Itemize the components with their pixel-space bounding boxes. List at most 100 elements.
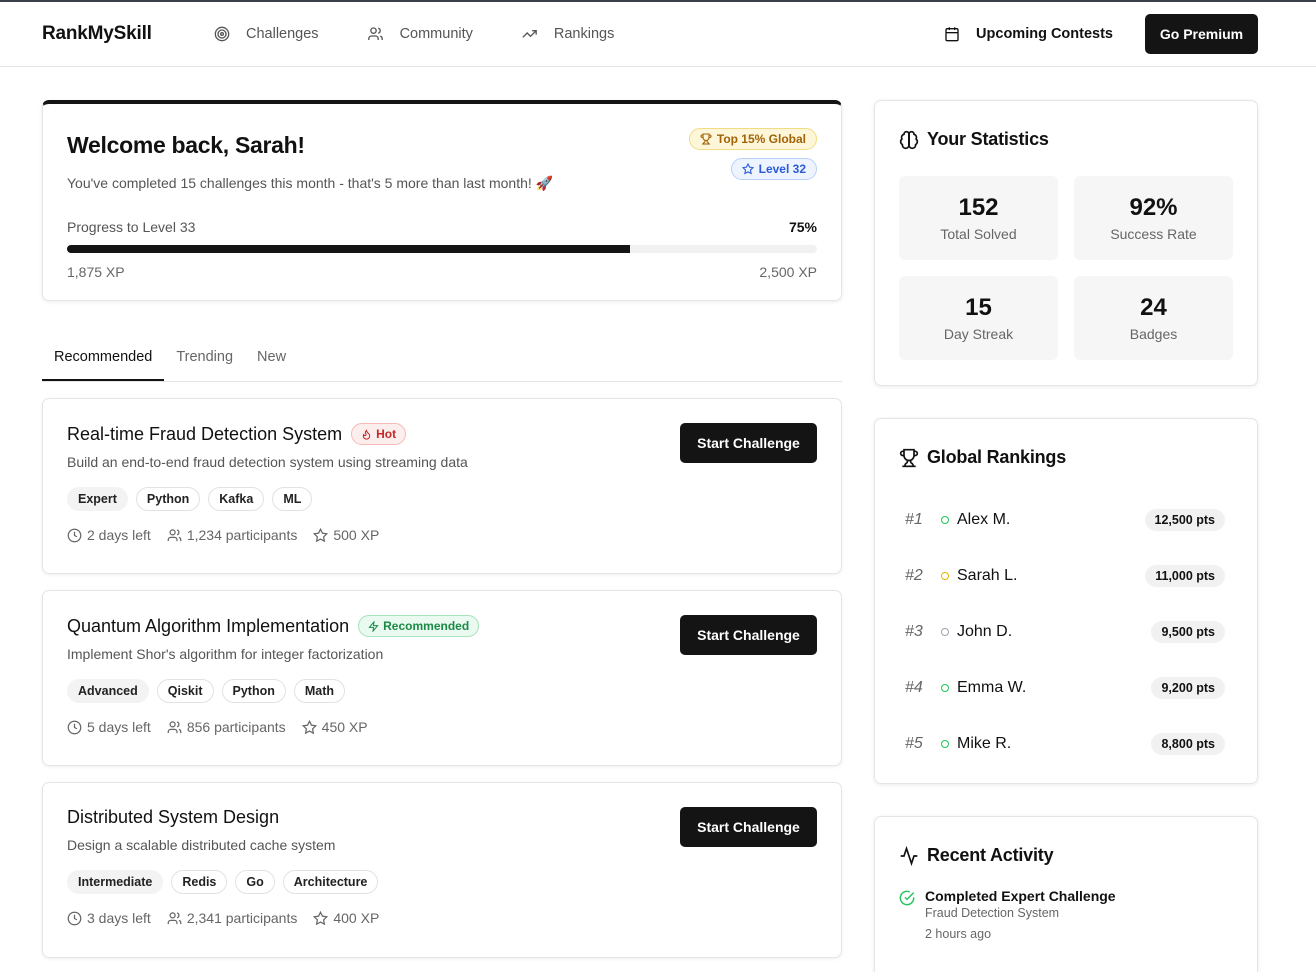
challenge-meta: 3 days left 2,341 participants 400 XP: [67, 910, 817, 926]
activity-icon: [900, 845, 918, 866]
chip: Go: [235, 870, 275, 894]
challenge-tabs: Recommended Trending New: [42, 333, 842, 382]
activity-item-title: Completed Expert Challenge: [925, 888, 1116, 904]
stat-total-solved: 152 Total Solved: [899, 176, 1058, 260]
participants-label: 856 participants: [186, 719, 286, 735]
challenge-title[interactable]: Quantum Algorithm Implementation: [67, 616, 349, 637]
rank-points: 9,500 pts: [1151, 621, 1225, 643]
rank-points: 11,000 pts: [1145, 565, 1225, 587]
go-premium-button[interactable]: Go Premium: [1145, 14, 1258, 54]
start-challenge-button[interactable]: Start Challenge: [680, 423, 817, 463]
progress-header: Progress to Level 33 75%: [67, 219, 817, 235]
rank-name: Emma W.: [957, 679, 1027, 696]
trending-up-icon: [522, 30, 537, 38]
activity-item[interactable]: Completed Expert Challenge Fraud Detecti…: [899, 888, 1233, 941]
flame-icon: [362, 428, 371, 440]
chip: Architecture: [282, 870, 379, 894]
ranking-row[interactable]: #4 Emma W. 9,200 pts: [899, 660, 1233, 716]
stat-success-rate: 92% Success Rate: [1074, 176, 1233, 260]
stat-day-streak: 15 Day Streak: [899, 276, 1058, 360]
stat-value: 92%: [1129, 194, 1178, 221]
nav-challenges-label: Challenges: [246, 26, 319, 42]
nav-challenges[interactable]: Challenges: [214, 26, 319, 42]
progress-label: Progress to Level 33: [67, 219, 196, 235]
tab-new[interactable]: New: [245, 333, 298, 381]
target-icon: [214, 26, 230, 42]
xp-reward-label: 450 XP: [321, 719, 368, 735]
xp-reward: 450 XP: [301, 719, 368, 735]
rankings-panel: Global Rankings #1 Alex M. 12,500 pts #2…: [874, 418, 1258, 784]
stat-value: 15: [965, 294, 992, 321]
app-logo[interactable]: RankMySkill: [42, 23, 214, 45]
xp-current: 1,875 XP: [67, 264, 125, 280]
xp-reward-label: 400 XP: [333, 910, 380, 926]
ranking-row[interactable]: #5 Mike R. 8,800 pts: [899, 716, 1233, 772]
rank-points: 8,800 pts: [1151, 733, 1225, 755]
challenge-chips: Advanced Qiskit Python Math: [67, 679, 817, 703]
chip: Python: [135, 487, 201, 511]
activity-title-row: Recent Activity: [899, 845, 1233, 866]
level-badge: Level 32: [730, 158, 817, 180]
activity-item-time: 2 hours ago: [925, 927, 992, 941]
xp-row: 1,875 XP 2,500 XP: [67, 264, 817, 280]
tab-trending[interactable]: Trending: [164, 333, 245, 381]
rankings-list: #1 Alex M. 12,500 pts #2 Sarah L. 11,000…: [899, 492, 1233, 772]
chip: Redis: [171, 870, 228, 894]
progress-percent: 75%: [788, 219, 817, 235]
time-left: 5 days left: [67, 719, 151, 735]
chip: ML: [272, 487, 313, 511]
xp-reward: 500 XP: [313, 527, 379, 543]
participants-label: 1,234 participants: [186, 527, 298, 543]
challenge-title[interactable]: Distributed System Design: [67, 807, 279, 828]
stat-label: Total Solved: [940, 226, 1017, 242]
rankings-title: Global Rankings: [927, 447, 1067, 467]
status-dot: [941, 740, 949, 748]
sidebar: Your Statistics 152 Total Solved 92% Suc…: [874, 100, 1258, 972]
nav-community[interactable]: Community: [367, 26, 473, 42]
participants: 856 participants: [167, 719, 286, 735]
users-icon: [167, 720, 182, 733]
clock-icon: [67, 911, 82, 925]
upcoming-contests-link[interactable]: Upcoming Contests: [944, 26, 1113, 42]
stats-grid: 152 Total Solved 92% Success Rate 15 Day…: [899, 176, 1233, 360]
tab-recommended[interactable]: Recommended: [42, 333, 165, 381]
rank-name: John D.: [957, 623, 1013, 640]
trophy-icon: [899, 448, 919, 467]
hot-tag: Hot: [351, 423, 407, 445]
participants: 2,341 participants: [167, 910, 297, 926]
activity-panel: Recent Activity Completed Expert Challen…: [874, 816, 1258, 972]
users-icon: [367, 27, 383, 40]
top-global-label: Top 15% Global: [716, 132, 806, 146]
challenge-chips: Expert Python Kafka ML: [67, 487, 817, 511]
rank-name: Alex M.: [957, 511, 1011, 528]
participants: 1,234 participants: [167, 527, 298, 543]
rank-position: #4: [905, 679, 923, 696]
statistics-panel: Your Statistics 152 Total Solved 92% Suc…: [874, 100, 1258, 386]
activity-content: Completed Expert Challenge Fraud Detecti…: [925, 888, 1116, 941]
level-label: Level 32: [758, 162, 806, 176]
status-dot: [941, 628, 949, 636]
rank-position: #2: [905, 567, 923, 584]
upcoming-contests-label: Upcoming Contests: [976, 26, 1113, 42]
welcome-badges: Top 15% Global Level 32: [688, 128, 817, 180]
clock-icon: [67, 528, 82, 542]
progress-bar-fill: [67, 245, 630, 253]
start-challenge-button[interactable]: Start Challenge: [680, 807, 817, 847]
ranking-row[interactable]: #2 Sarah L. 11,000 pts: [899, 548, 1233, 604]
challenge-card: Quantum Algorithm Implementation Recomme…: [42, 590, 842, 766]
start-challenge-button[interactable]: Start Challenge: [680, 615, 817, 655]
activity-item-sub: Fraud Detection System: [925, 906, 1060, 920]
ranking-row[interactable]: #3 John D. 9,500 pts: [899, 604, 1233, 660]
status-dot: [941, 516, 949, 524]
challenge-title[interactable]: Real-time Fraud Detection System: [67, 424, 342, 445]
nav-rankings[interactable]: Rankings: [521, 26, 614, 42]
chip: Math: [293, 679, 346, 703]
rank-position: #3: [905, 623, 923, 640]
star-icon: [301, 719, 317, 734]
chip: Advanced: [67, 679, 149, 703]
stat-label: Success Rate: [1110, 226, 1197, 242]
ranking-row[interactable]: #1 Alex M. 12,500 pts: [899, 492, 1233, 548]
xp-reward: 400 XP: [313, 910, 379, 926]
status-dot: [941, 684, 949, 692]
progress-bar: [67, 245, 817, 253]
